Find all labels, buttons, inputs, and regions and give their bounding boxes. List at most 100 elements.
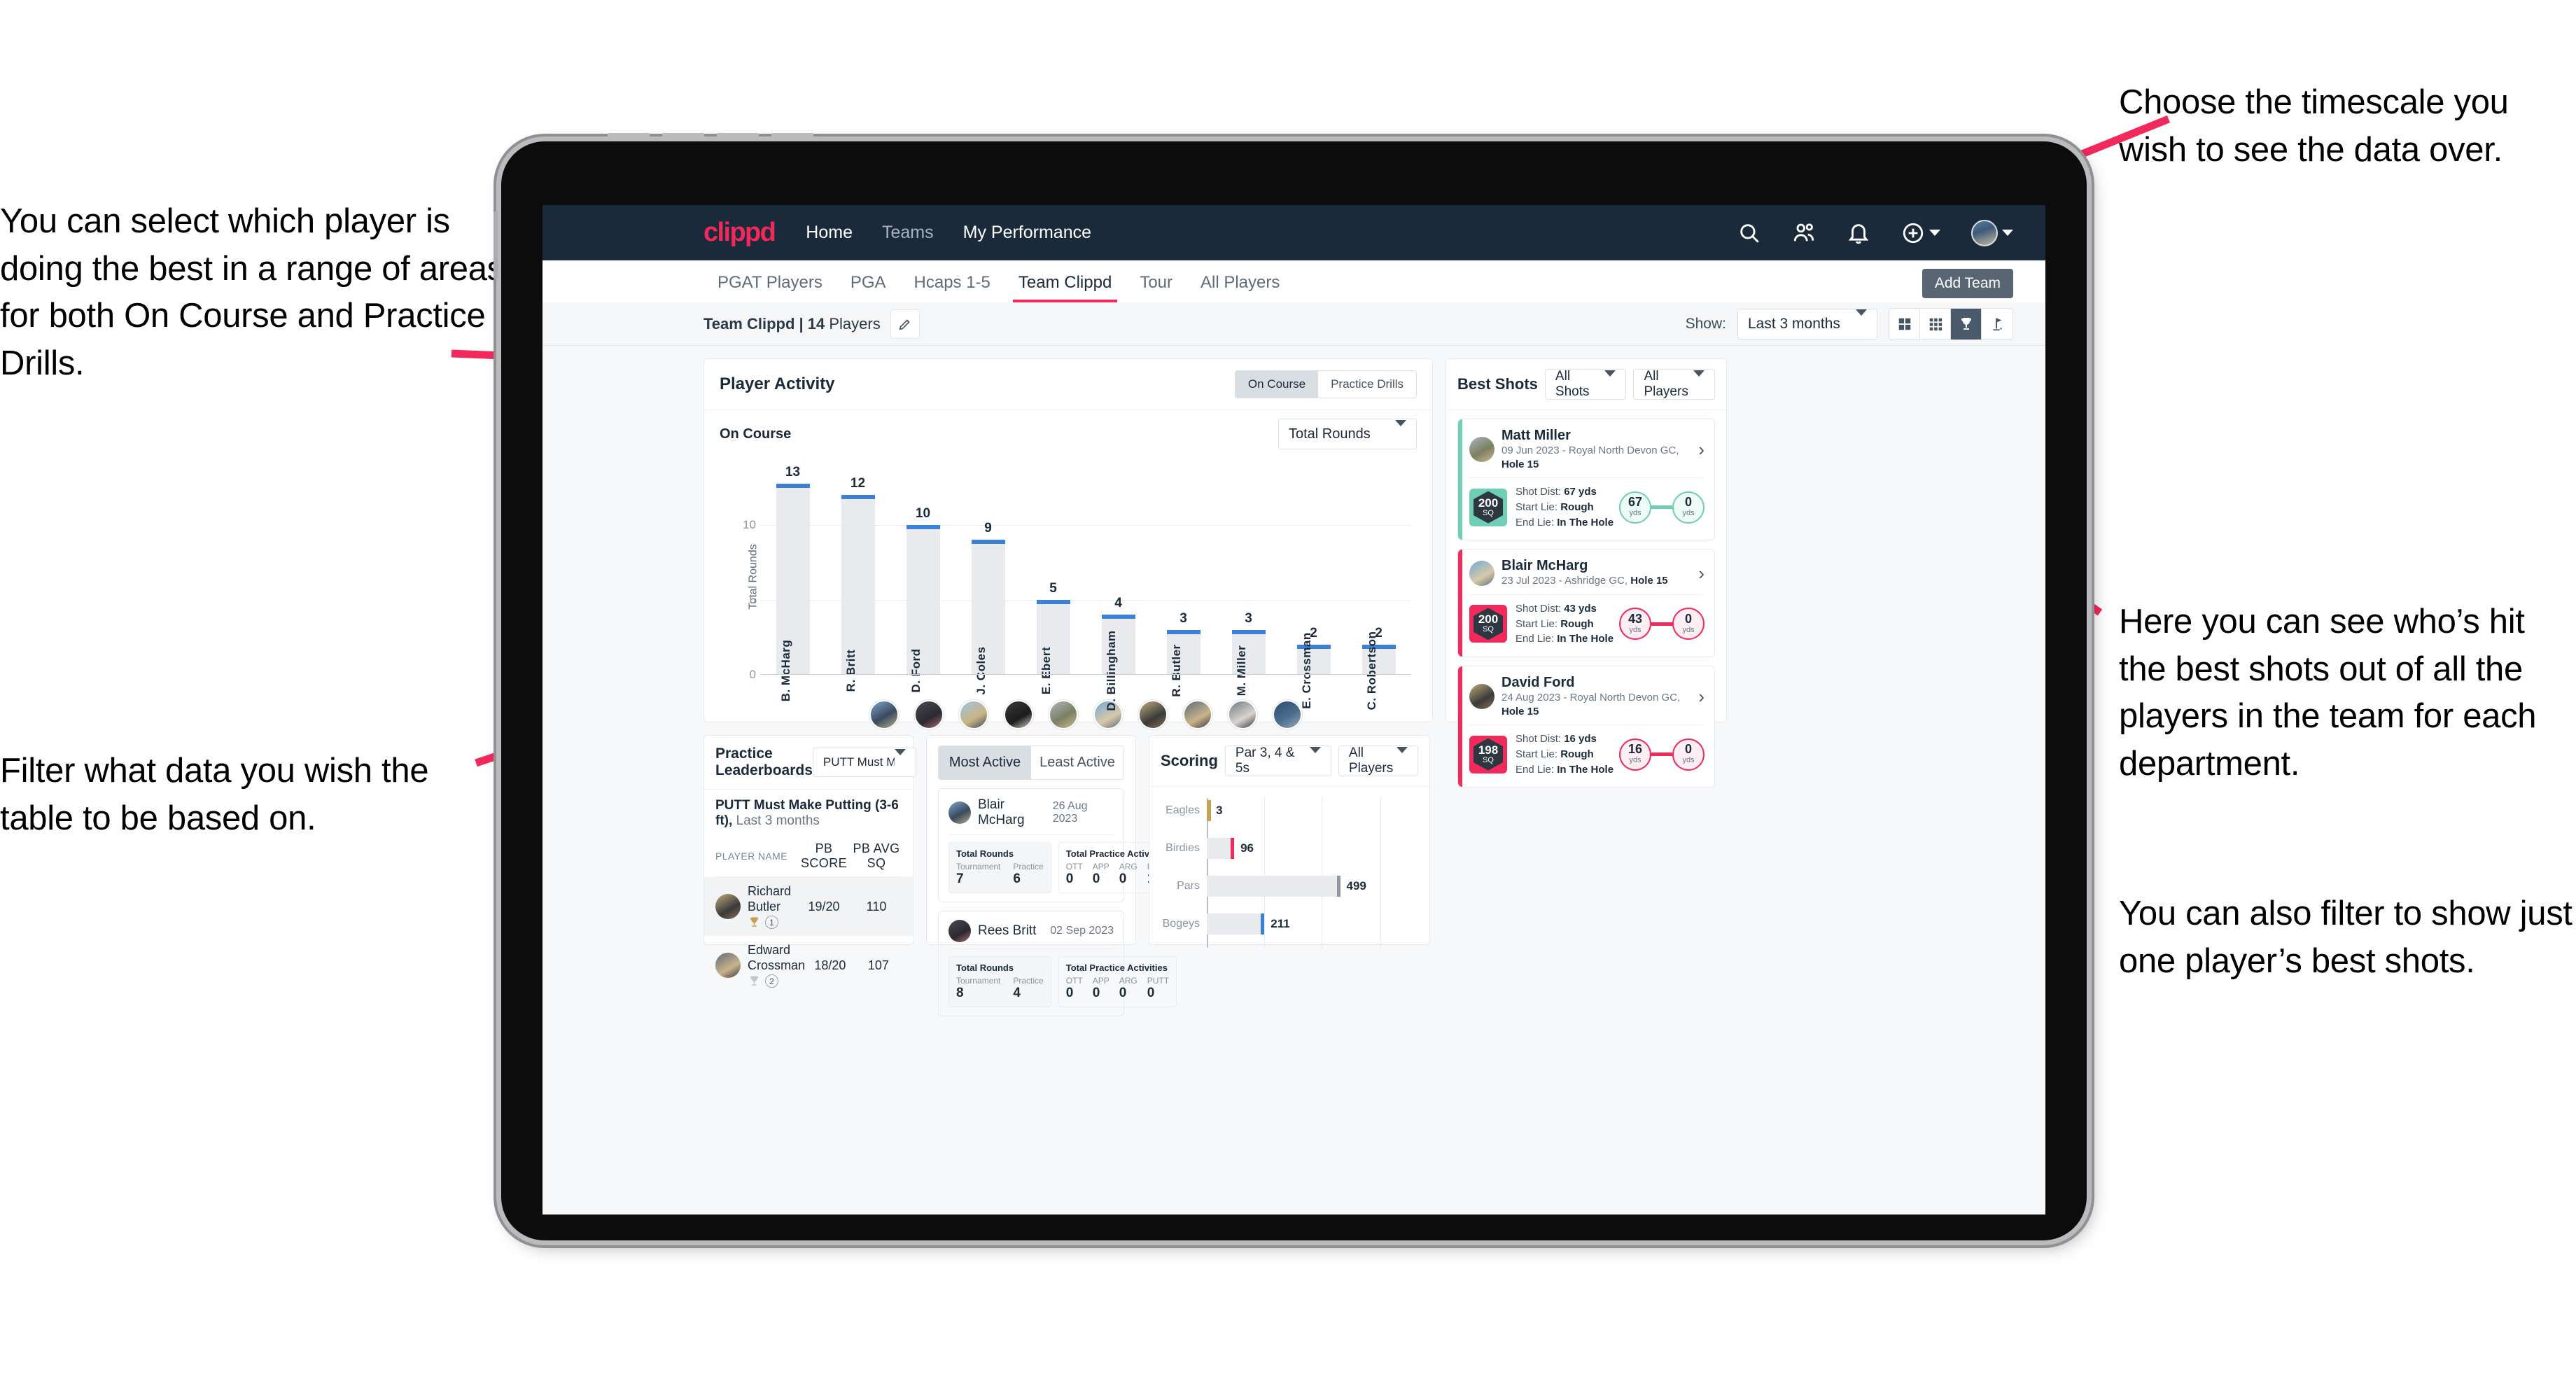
nav-link-my-performance[interactable]: My Performance — [963, 223, 1091, 243]
shot-start-distance: 67 yds — [1619, 491, 1651, 524]
tab-most-active[interactable]: Most Active — [939, 746, 1031, 779]
view-trophy-icon[interactable] — [1951, 308, 1982, 340]
avatar[interactable] — [715, 953, 741, 979]
clippd-logo[interactable]: clippd — [704, 218, 776, 248]
bar[interactable]: R. Butler — [1166, 629, 1200, 697]
best-shot-card[interactable]: Blair McHarg 23 Jul 2023 - Ashridge GC, H… — [1457, 549, 1715, 657]
tab-team-clippd[interactable]: Team Clippd — [1004, 273, 1126, 302]
segment-practice-drills[interactable]: Practice Drills — [1318, 371, 1416, 398]
chevron-right-icon[interactable]: › — [1698, 687, 1704, 706]
bar-column[interactable]: 4 D. Billingham — [1086, 465, 1151, 711]
bar-column[interactable]: 13 B. McHarg — [760, 465, 825, 701]
chevron-down-icon — [894, 749, 906, 769]
player-avatar[interactable] — [1049, 700, 1078, 729]
bar[interactable]: B. McHarg — [776, 484, 810, 701]
scoring-row[interactable]: Bogeys 211 — [1161, 911, 1418, 937]
player-avatar[interactable] — [1183, 700, 1212, 729]
bar-column[interactable]: 10 D. Ford — [890, 465, 955, 693]
bell-icon[interactable] — [1847, 221, 1870, 245]
tab-hcaps-1-5[interactable]: Hcaps 1-5 — [900, 273, 1004, 302]
activity-player-card[interactable]: Blair McHarg 26 Aug 2023 Total Rounds Tourn… — [938, 788, 1177, 902]
best-shots-player-filter[interactable]: All Players — [1633, 369, 1716, 400]
tab-pgat-players[interactable]: PGAT Players — [704, 273, 836, 302]
scoring-row[interactable]: Eagles 3 — [1161, 798, 1418, 823]
activity-player-card[interactable]: Rees Britt 02 Sep 2023 Total Rounds Tournam… — [938, 911, 1177, 1016]
avatar[interactable] — [1971, 219, 2013, 246]
nav-link-teams[interactable]: Teams — [882, 223, 934, 243]
bar[interactable]: J. Coles — [971, 540, 1005, 695]
bar-column[interactable]: 2 E. Crossman — [1281, 465, 1346, 709]
bar[interactable]: E. Crossman — [1296, 632, 1331, 709]
avatar[interactable] — [1469, 437, 1494, 462]
pencil-icon[interactable] — [890, 309, 920, 339]
total-rounds-box: Total Rounds Tournament 8 Practice 4 — [948, 956, 1051, 1007]
view-grid-3x3-icon[interactable] — [1920, 308, 1951, 340]
avatar[interactable] — [715, 894, 741, 920]
y-axis-tick: 10 — [743, 517, 756, 531]
view-grid-2x2-icon[interactable] — [1889, 308, 1920, 340]
chevron-right-icon[interactable]: › — [1698, 440, 1704, 458]
table-row[interactable]: Richard Butler 1 19/20 110 — [704, 877, 913, 937]
chart-mode-label: On Course — [720, 426, 792, 442]
tab-least-active[interactable]: Least Active — [1031, 746, 1124, 779]
player-avatar[interactable] — [1004, 700, 1033, 729]
bar-column[interactable]: 2 C. Robertson — [1346, 465, 1411, 710]
nav-link-home[interactable]: Home — [806, 223, 853, 243]
player-avatar[interactable] — [1228, 700, 1257, 729]
tab-all-players[interactable]: All Players — [1186, 273, 1294, 302]
chart-plot-area: 0 5 10 13 B. McHarg 12 R. Britt 10 D. Ford 9 J. C… — [743, 465, 1411, 711]
tab-tour[interactable]: Tour — [1126, 273, 1186, 302]
best-shot-details: Shot Dist: 16 yds Start Lie: Rough End Lie… — [1516, 732, 1614, 777]
bar-cap — [841, 494, 875, 499]
period-select[interactable]: Last 3 months — [1737, 308, 1877, 340]
bar[interactable]: E. Ebert — [1036, 599, 1070, 694]
plus-circle-icon[interactable] — [1901, 221, 1940, 245]
bar[interactable]: R. Britt — [841, 494, 875, 692]
bar-column[interactable]: 9 J. Coles — [955, 465, 1021, 695]
bar-column[interactable]: 3 M. Miller — [1216, 465, 1281, 696]
best-shot-card[interactable]: Matt Miller 09 Jun 2023 - Royal North Dev… — [1457, 419, 1715, 541]
bar-column[interactable]: 5 E. Ebert — [1021, 465, 1086, 694]
bar[interactable]: D. Billingham — [1101, 615, 1135, 711]
player-avatar[interactable] — [1138, 700, 1168, 729]
leaderboard-pb-avg-sq: 110 — [866, 899, 887, 913]
search-icon[interactable] — [1737, 221, 1761, 245]
quality-badge-unit: SQ — [1483, 755, 1494, 764]
chevron-right-icon[interactable]: › — [1698, 564, 1704, 582]
avatar[interactable] — [948, 920, 971, 942]
view-flag-icon[interactable] — [1982, 309, 2012, 340]
player-avatar[interactable] — [914, 700, 944, 729]
best-shots-shot-filter[interactable]: All Shots — [1544, 369, 1627, 400]
avatar[interactable] — [1469, 684, 1494, 709]
avatar[interactable] — [948, 802, 971, 824]
scoring-value-label: 3 — [1216, 804, 1223, 817]
bar-category-label: D. Ford — [909, 648, 923, 693]
segment-on-course[interactable]: On Course — [1235, 371, 1319, 398]
drill-select[interactable]: PUTT Must Make Putting ... — [812, 748, 916, 777]
bar[interactable]: M. Miller — [1231, 629, 1266, 696]
app-screen: clippd Home Teams My Performance PGAT Pl… — [542, 205, 2045, 1214]
bar-column[interactable]: 12 R. Britt — [825, 465, 890, 692]
scoring-value-label: 211 — [1270, 917, 1290, 930]
divider — [1469, 594, 1704, 595]
player-avatar[interactable] — [959, 700, 988, 729]
end-lie-row: End Lie: In The Hole — [1516, 516, 1614, 528]
activity-player-name: Blair McHarg — [978, 797, 1025, 827]
leaderboard-header-row: PLAYER NAME PB SCORE PB AVG SQ — [715, 836, 902, 877]
avatar[interactable] — [1469, 560, 1494, 586]
people-icon[interactable] — [1792, 221, 1816, 245]
player-avatar[interactable] — [1273, 700, 1302, 729]
scoring-par-filter[interactable]: Par 3, 4 & 5s — [1224, 746, 1331, 776]
bar[interactable]: D. Ford — [906, 524, 940, 693]
player-avatar[interactable] — [869, 700, 899, 729]
total-practice-box: Total Practice Activities OTT0 APP0 ARG0 PUT… — [1058, 956, 1177, 1007]
table-row[interactable]: Edward Crossman 2 18/20 107 — [715, 936, 902, 995]
scoring-row[interactable]: Birdies 96 — [1161, 836, 1418, 861]
scoring-row[interactable]: Pars 499 — [1161, 874, 1418, 899]
bar[interactable]: C. Robertson — [1362, 631, 1396, 710]
metric-select[interactable]: Total Rounds — [1278, 419, 1417, 449]
bar-column[interactable]: 3 R. Butler — [1151, 465, 1216, 697]
best-shot-card[interactable]: David Ford 24 Aug 2023 - Royal North Devo… — [1457, 666, 1715, 788]
scoring-player-filter[interactable]: All Players — [1338, 746, 1418, 776]
tab-pga[interactable]: PGA — [836, 273, 900, 302]
